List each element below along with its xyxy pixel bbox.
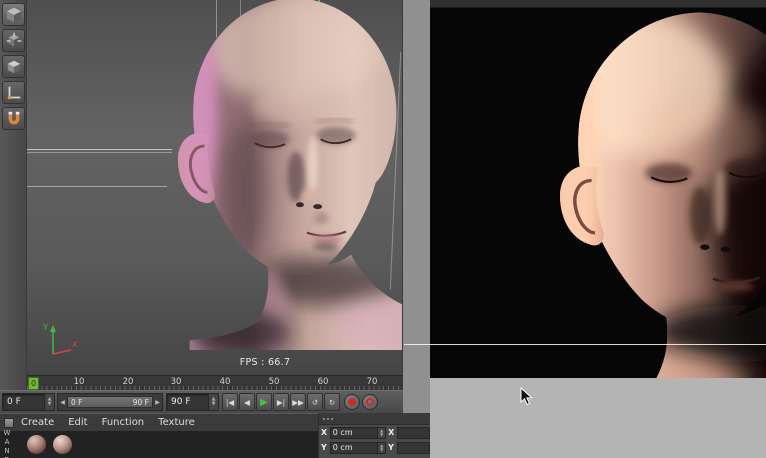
current-frame-value: 0 F — [7, 397, 21, 407]
next-frame-button[interactable]: ▶| — [273, 393, 289, 411]
axis-label: X — [388, 428, 395, 437]
panel-grid-icon — [4, 417, 14, 428]
ruler-tick: 30 — [170, 377, 182, 387]
step-down-icon[interactable]: ▼ — [380, 432, 383, 437]
transport-bar: 0 F ▲ ▼ ◀ 0 F 90 F ▶ 90 F ▲ ▼ |◀ ◀ ▶ ▶| … — [0, 390, 403, 413]
axis-icon — [7, 86, 20, 99]
coordinate-field-clipped[interactable] — [396, 441, 430, 454]
viewport-3d[interactable]: Y X FPS : 66.7 — [27, 0, 403, 375]
render-scanline — [404, 344, 766, 345]
axis-y-label: Y — [42, 323, 48, 332]
menu-texture[interactable]: Texture — [158, 417, 195, 428]
ruler-tick: 10 — [73, 377, 85, 387]
coordinate-field-y[interactable]: 0 cm ▲ ▼ — [329, 441, 387, 454]
coordinate-value: 0 cm — [332, 428, 353, 437]
frame-stepper[interactable]: ▲ ▼ — [44, 394, 54, 410]
ruler-tick: 70 — [366, 377, 378, 387]
current-frame-marker[interactable]: 0 — [28, 377, 39, 390]
axis-tool-button[interactable] — [2, 81, 25, 104]
menu-create[interactable]: Create — [21, 417, 54, 428]
mouse-cursor-icon — [520, 387, 533, 406]
guide-line — [27, 186, 167, 187]
material-menu-bar: Create Edit Function Texture — [0, 413, 318, 431]
play-loop-backward-button[interactable]: ↺ — [307, 393, 323, 411]
play-button[interactable]: ▶ — [256, 393, 272, 411]
screen: Y X FPS : 66.7 0 10 20 30 40 50 60 70 0 … — [0, 0, 766, 458]
window-gap — [403, 0, 430, 413]
head-model[interactable] — [172, 0, 403, 350]
record-dot-icon — [348, 398, 356, 406]
end-frame-value: 90 F — [171, 397, 191, 407]
prev-frame-button[interactable]: ◀ — [239, 393, 255, 411]
range-track[interactable]: 0 F 90 F — [67, 396, 153, 408]
coordinate-row-x: X 0 cm ▲ ▼ X — [319, 425, 430, 440]
value-stepper[interactable]: ▲ ▼ — [377, 442, 386, 453]
render-window-titlebar[interactable] — [430, 0, 766, 8]
axis-gizmo: Y X — [42, 323, 78, 355]
magnet-icon — [8, 111, 19, 124]
end-frame-field[interactable]: 90 F ▲ ▼ — [166, 393, 219, 411]
value-stepper[interactable]: ▲ ▼ — [377, 427, 386, 438]
coordinates-header[interactable] — [319, 413, 430, 425]
guide-line — [27, 149, 172, 150]
coordinate-row-y: Y 0 cm ▲ ▼ Y — [319, 440, 430, 455]
axis-x-label: X — [72, 340, 78, 349]
range-right-arrow-icon[interactable]: ▶ — [153, 399, 162, 406]
vertical-watermark: WAND — [3, 429, 11, 458]
coordinate-value: 0 cm — [332, 443, 353, 452]
current-frame-field[interactable]: 0 F ▲ ▼ — [2, 393, 55, 411]
render-canvas — [430, 8, 766, 378]
scale-cube-icon — [7, 60, 20, 73]
move-cube-icon — [6, 32, 21, 46]
left-toolbar — [0, 0, 27, 390]
axis-label: Y — [321, 443, 327, 452]
model-mode-button[interactable] — [2, 3, 25, 26]
cube-icon — [6, 7, 21, 22]
magnet-tool-button[interactable] — [2, 107, 25, 130]
move-tool-button[interactable] — [2, 29, 25, 52]
range-end-value: 90 F — [132, 397, 149, 407]
goto-end-button[interactable]: ▶▶ — [290, 393, 306, 411]
material-thumbnail[interactable] — [27, 435, 46, 454]
c4d-window: Y X FPS : 66.7 0 10 20 30 40 50 60 70 0 … — [0, 0, 430, 458]
ruler-tick: 50 — [268, 377, 280, 387]
step-down-icon[interactable]: ▼ — [380, 447, 383, 452]
step-down-icon[interactable]: ▼ — [212, 402, 216, 407]
axis-label: Y — [388, 443, 394, 452]
preview-range-slider[interactable]: ◀ 0 F 90 F ▶ — [57, 393, 163, 411]
frame-stepper[interactable]: ▲ ▼ — [208, 394, 218, 410]
desktop-area — [430, 378, 766, 458]
range-start-value: 0 F — [71, 397, 83, 407]
scale-tool-button[interactable] — [2, 55, 25, 78]
coordinates-panel: X 0 cm ▲ ▼ X Y 0 cm ▲ ▼ Y — [318, 413, 430, 458]
fps-counter: FPS : 66.7 — [239, 357, 291, 368]
ruler-tick: 20 — [122, 377, 134, 387]
timeline-ruler[interactable]: 0 10 20 30 40 50 60 70 — [27, 375, 403, 390]
material-thumbnail[interactable] — [53, 435, 72, 454]
autokey-button[interactable] — [362, 394, 378, 410]
range-left-arrow-icon[interactable]: ◀ — [58, 399, 67, 406]
record-keyframe-button[interactable] — [344, 394, 360, 410]
play-loop-button[interactable]: ↻ — [324, 393, 340, 411]
autokey-ring-icon — [366, 398, 374, 406]
coordinate-field-clipped[interactable] — [396, 426, 430, 439]
coordinate-field-x[interactable]: 0 cm ▲ ▼ — [329, 426, 387, 439]
goto-start-button[interactable]: |◀ — [222, 393, 238, 411]
rendered-head — [560, 12, 766, 378]
step-down-icon[interactable]: ▼ — [48, 402, 52, 407]
ruler-tick: 60 — [317, 377, 329, 387]
render-window — [430, 0, 766, 458]
axis-label: X — [321, 428, 328, 437]
menu-function[interactable]: Function — [102, 417, 145, 428]
ruler-tick: 40 — [219, 377, 231, 387]
guide-line — [27, 152, 172, 153]
menu-edit[interactable]: Edit — [68, 417, 87, 428]
material-manager — [0, 431, 318, 458]
